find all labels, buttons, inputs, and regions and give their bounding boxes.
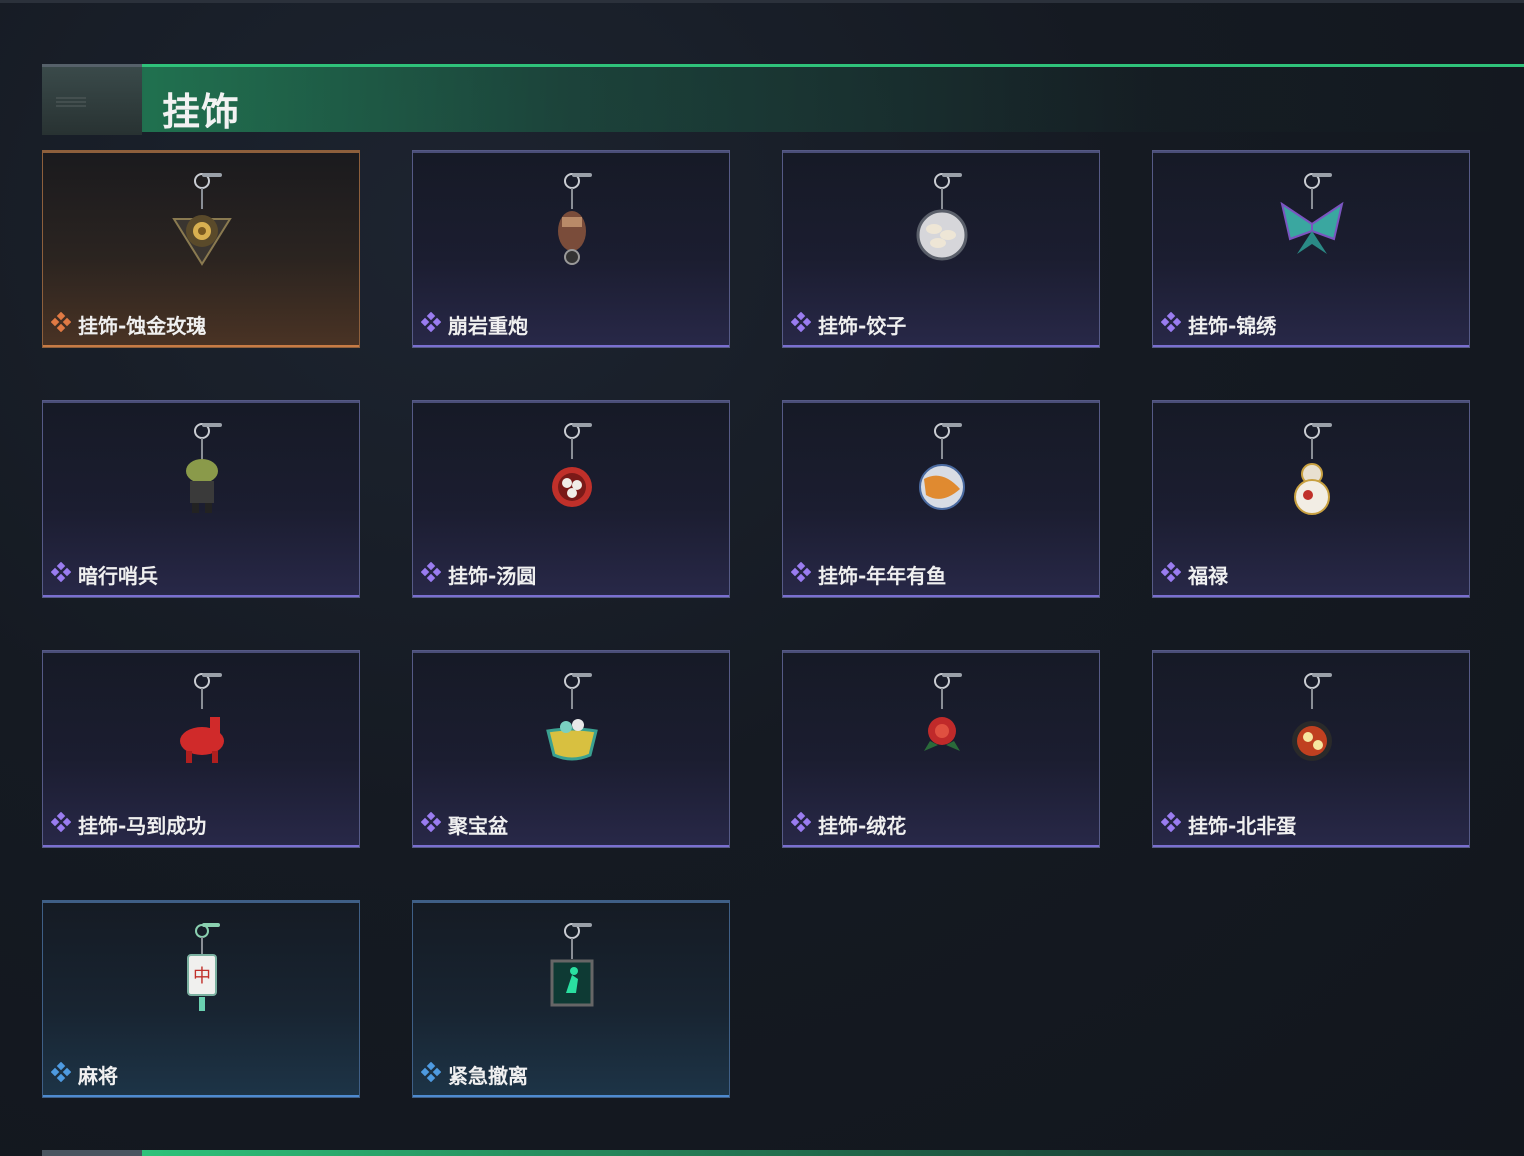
section-title: 挂饰 — [162, 90, 241, 134]
rose-pendant-icon — [162, 169, 242, 289]
velvet-flower-icon — [902, 669, 982, 789]
item-label: 暗行哨兵 — [51, 560, 158, 589]
rarity-purple-icon — [791, 562, 811, 587]
item-name: 紧急撤离 — [448, 1064, 528, 1088]
sentinel-figure-icon — [162, 419, 242, 539]
item-card[interactable]: 挂饰-绒花 — [782, 650, 1100, 848]
rarity-purple-icon — [421, 812, 441, 837]
item-card[interactable]: 挂饰-马到成功 — [42, 650, 360, 848]
item-card[interactable]: 紧急撤离 — [412, 900, 730, 1098]
item-name: 挂饰-马到成功 — [78, 814, 207, 838]
rarity-purple-icon — [1161, 312, 1181, 337]
rarity-blue-icon — [421, 1062, 441, 1087]
item-name: 挂饰-北非蛋 — [1188, 814, 1297, 838]
item-label: 聚宝盆 — [421, 810, 508, 839]
item-label: 挂饰-绒花 — [791, 810, 906, 839]
item-name: 暗行哨兵 — [78, 564, 158, 588]
item-label: 紧急撤离 — [421, 1060, 528, 1089]
item-label: 挂饰-年年有鱼 — [791, 560, 946, 589]
rarity-purple-icon — [791, 812, 811, 837]
cannon-pendant-icon — [532, 169, 612, 289]
treasure-bowl-icon — [532, 669, 612, 789]
rarity-purple-icon — [791, 312, 811, 337]
item-label: 挂饰-蚀金玫瑰 — [51, 310, 206, 339]
rarity-purple-icon — [51, 562, 71, 587]
top-border — [0, 0, 1524, 3]
item-card[interactable]: 挂饰-饺子 — [782, 150, 1100, 348]
item-label: 挂饰-马到成功 — [51, 810, 206, 839]
item-label: 崩岩重炮 — [421, 310, 528, 339]
header-stub — [42, 64, 142, 135]
item-label: 福禄 — [1161, 560, 1228, 589]
butterfly-pendant-icon — [1272, 169, 1352, 289]
item-label: 麻将 — [51, 1060, 118, 1089]
item-label: 挂饰-饺子 — [791, 310, 906, 339]
item-name: 挂饰-年年有鱼 — [818, 564, 947, 588]
next-section-border — [42, 1150, 1524, 1156]
rarity-blue-icon — [51, 1062, 71, 1087]
item-card[interactable]: 挂饰-汤圆 — [412, 400, 730, 598]
item-card[interactable]: 挂饰-年年有鱼 — [782, 400, 1100, 598]
item-label: 挂饰-汤圆 — [421, 560, 536, 589]
item-card[interactable]: 挂饰-锦绣 — [1152, 150, 1470, 348]
item-name: 挂饰-绒花 — [818, 814, 907, 838]
item-name: 崩岩重炮 — [448, 314, 528, 338]
grip-icon — [56, 97, 86, 109]
rarity-purple-icon — [51, 812, 71, 837]
fish-plate-icon — [902, 419, 982, 539]
tangyuan-bowl-icon — [532, 419, 612, 539]
item-name: 麻将 — [78, 1064, 118, 1088]
section-header: 挂饰 — [42, 64, 1524, 135]
item-name: 挂饰-蚀金玫瑰 — [78, 314, 207, 338]
svg-text:中: 中 — [193, 966, 211, 987]
item-name: 挂饰-锦绣 — [1188, 314, 1277, 338]
item-name: 挂饰-汤圆 — [448, 564, 537, 588]
red-horse-icon — [162, 669, 242, 789]
item-name: 挂饰-饺子 — [818, 314, 907, 338]
item-label: 挂饰-锦绣 — [1161, 310, 1276, 339]
item-card[interactable]: 崩岩重炮 — [412, 150, 730, 348]
item-card[interactable]: 暗行哨兵 — [42, 400, 360, 598]
dumpling-plate-icon — [902, 169, 982, 289]
item-card[interactable]: 挂饰-蚀金玫瑰 — [42, 150, 360, 348]
gourd-pendant-icon — [1272, 419, 1352, 539]
item-card[interactable]: 中麻将 — [42, 900, 360, 1098]
item-label: 挂饰-北非蛋 — [1161, 810, 1296, 839]
rarity-purple-icon — [421, 562, 441, 587]
shakshuka-pan-icon — [1272, 669, 1352, 789]
rarity-gold-icon — [51, 312, 71, 337]
item-name: 福禄 — [1188, 564, 1228, 588]
item-card[interactable]: 聚宝盆 — [412, 650, 730, 848]
rarity-purple-icon — [1161, 562, 1181, 587]
item-name: 聚宝盆 — [448, 814, 508, 838]
rarity-purple-icon — [1161, 812, 1181, 837]
mahjong-tile-icon: 中 — [162, 919, 242, 1039]
item-card[interactable]: 挂饰-北非蛋 — [1152, 650, 1470, 848]
rarity-purple-icon — [421, 312, 441, 337]
item-card[interactable]: 福禄 — [1152, 400, 1470, 598]
evacuation-sign-icon — [532, 919, 612, 1039]
